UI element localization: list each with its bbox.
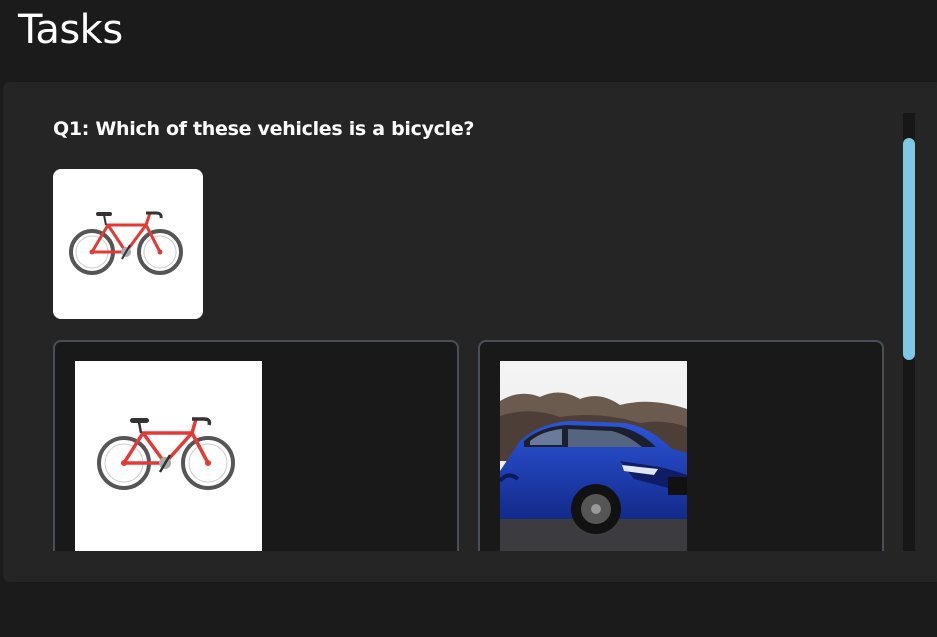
- task-panel: Q1: Which of these vehicles is a bicycle…: [3, 82, 937, 582]
- bicycle-illustration: [97, 417, 235, 490]
- option-card-car[interactable]: [478, 340, 884, 551]
- option-card-bicycle[interactable]: [53, 340, 459, 551]
- option-car-image: [500, 361, 687, 551]
- car-photo: [500, 361, 687, 551]
- reference-bicycle-image: [53, 169, 203, 319]
- scrollbar-track[interactable]: [903, 113, 915, 551]
- task-scroll-area[interactable]: Q1: Which of these vehicles is a bicycle…: [3, 82, 903, 551]
- page-title: Tasks: [18, 7, 123, 53]
- bicycle-illustration: [69, 211, 183, 275]
- question-text: Q1: Which of these vehicles is a bicycle…: [53, 118, 475, 140]
- option-bicycle-image: [75, 361, 262, 551]
- scrollbar-thumb[interactable]: [903, 138, 915, 360]
